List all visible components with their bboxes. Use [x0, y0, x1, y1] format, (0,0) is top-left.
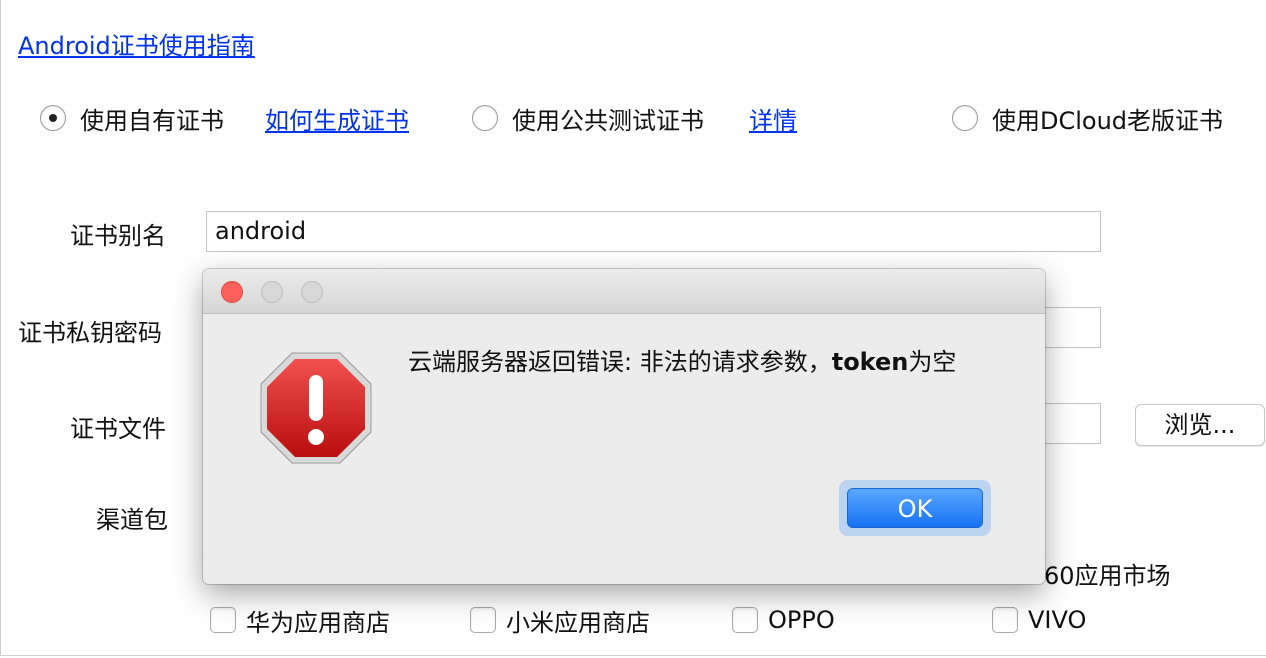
channel-360-partial: 60应用市场 [1044, 562, 1171, 590]
channel-label: 华为应用商店 [246, 608, 390, 637]
checkbox[interactable] [210, 607, 236, 633]
details-link[interactable]: 详情 [749, 100, 797, 136]
ok-button-focus-ring: OK [839, 480, 991, 536]
error-message-main: 云端服务器返回错误: 非法的请求参数， [408, 348, 832, 376]
channel-checkbox-vivo[interactable]: VIVO [992, 603, 1086, 637]
channel-checkbox-huawei[interactable]: 华为应用商店 [210, 603, 390, 637]
radio-own-cert[interactable]: 使用自有证书 [40, 100, 224, 136]
error-message-token: token [831, 348, 909, 376]
minimize-window-icon [261, 281, 283, 303]
zoom-window-icon [301, 281, 323, 303]
radio-button[interactable] [472, 105, 498, 131]
error-message: 云端服务器返回错误: 非法的请求参数，token为空 [408, 345, 988, 379]
channel-label: 小米应用商店 [506, 608, 650, 637]
browse-button[interactable]: 浏览... [1135, 404, 1265, 446]
close-window-icon[interactable] [221, 281, 243, 303]
checkbox[interactable] [732, 607, 758, 633]
checkbox[interactable] [992, 607, 1018, 633]
cert-password-label: 证书私钥密码 [18, 319, 162, 347]
channel-label: OPPO [768, 606, 835, 634]
error-alert-dialog: 云端服务器返回错误: 非法的请求参数，token为空 OK [203, 269, 1045, 584]
android-cert-guide-link[interactable]: Android证书使用指南 [18, 26, 255, 61]
stop-warning-icon [260, 352, 372, 464]
radio-dcloud-old-cert-label: 使用DCloud老版证书 [992, 106, 1224, 135]
cert-alias-label: 证书别名 [70, 222, 166, 250]
channel-checkbox-oppo[interactable]: OPPO [732, 603, 835, 637]
channel-label: VIVO [1028, 606, 1087, 634]
channel-checkbox-xiaomi[interactable]: 小米应用商店 [470, 603, 650, 637]
cert-file-label: 证书文件 [70, 415, 166, 443]
checkbox[interactable] [470, 607, 496, 633]
cert-alias-input[interactable]: android [206, 211, 1101, 252]
radio-own-cert-label: 使用自有证书 [80, 106, 224, 135]
dialog-titlebar [203, 269, 1045, 314]
radio-dcloud-old-cert[interactable]: 使用DCloud老版证书 [952, 100, 1223, 136]
radio-public-test-cert-label: 使用公共测试证书 [512, 106, 704, 135]
radio-public-test-cert[interactable]: 使用公共测试证书 [472, 100, 704, 136]
radio-button[interactable] [952, 105, 978, 131]
channel-package-label: 渠道包 [96, 506, 168, 534]
radio-button-checked[interactable] [40, 105, 66, 131]
how-to-generate-cert-link[interactable]: 如何生成证书 [265, 100, 409, 136]
error-message-tail: 为空 [908, 348, 957, 376]
ok-button[interactable]: OK [847, 488, 983, 528]
